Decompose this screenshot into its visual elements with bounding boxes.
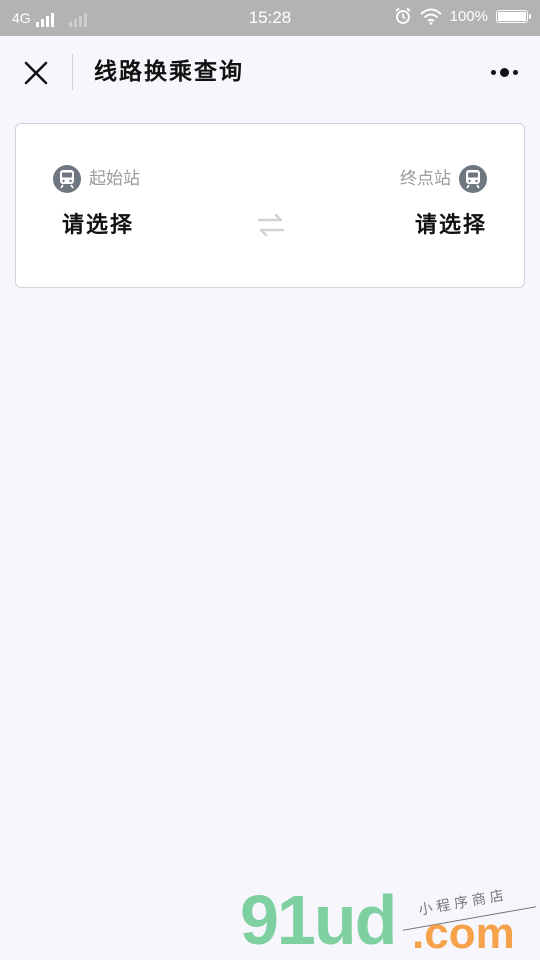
end-station-select[interactable]: 请选择 <box>415 210 487 240</box>
train-icon <box>53 165 81 193</box>
nav-divider <box>72 54 73 90</box>
start-station-header: 起始站 <box>53 164 140 194</box>
train-icon <box>459 165 487 193</box>
more-dots-icon-right <box>512 69 518 75</box>
battery-percent: 100% <box>449 7 488 25</box>
end-station-label: 终点站 <box>400 169 451 189</box>
swap-stations-button[interactable] <box>256 211 286 239</box>
alarm-icon <box>395 7 411 24</box>
battery-fill <box>498 11 526 21</box>
battery-icon <box>496 9 531 23</box>
route-card: 起始站 终点站 请选择 请选择 <box>15 123 525 288</box>
more-button[interactable] <box>484 58 524 86</box>
more-dots-icon <box>490 69 496 75</box>
watermark-suffix: .com <box>412 909 515 958</box>
nav-bar: 线路换乘查询 <box>0 36 540 108</box>
status-right: 100% <box>394 7 531 25</box>
status-bar: 4G 15:28 100% <box>0 0 540 36</box>
swap-arrows-icon <box>257 213 285 237</box>
start-station-select[interactable]: 请选择 <box>62 210 134 240</box>
close-icon <box>24 61 48 85</box>
more-dots-icon-center <box>499 67 509 77</box>
start-station-label: 起始站 <box>89 169 140 189</box>
close-button[interactable] <box>16 53 56 93</box>
watermark-logo: 91ud 小程序商店 .com <box>240 880 540 960</box>
wifi-icon <box>419 8 442 25</box>
end-station-header: 终点站 <box>400 164 487 194</box>
page-title: 线路换乘查询 <box>94 58 244 85</box>
watermark-main: 91ud <box>240 881 397 959</box>
